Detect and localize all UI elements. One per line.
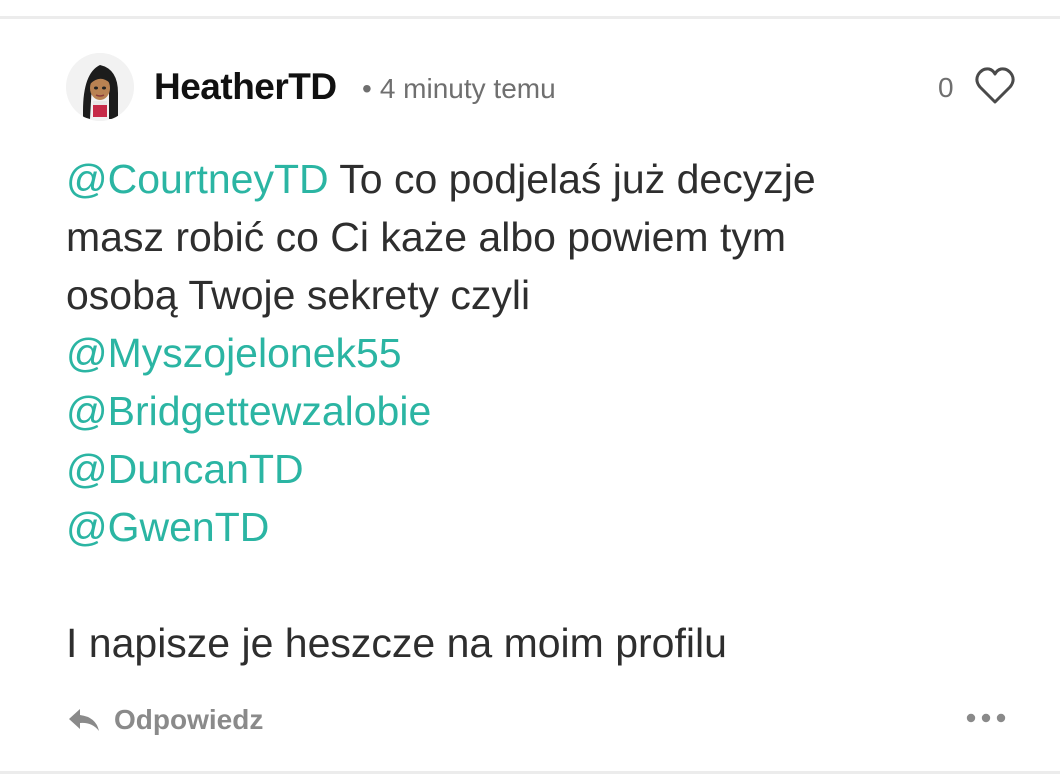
comment-text: masz robić co Ci każe albo powiem tym xyxy=(66,214,787,260)
author-name[interactable]: HeatherTD xyxy=(154,66,337,108)
comment-text: To co podjelaś już decyzje xyxy=(328,156,816,202)
top-divider xyxy=(0,16,1060,19)
mention-link[interactable]: @Myszojelonek55 xyxy=(66,330,402,376)
comment-line: @GwenTD xyxy=(66,498,1016,556)
more-dots-icon xyxy=(966,713,1006,723)
meta-separator: • xyxy=(362,73,372,104)
more-options-button[interactable] xyxy=(964,706,1008,730)
reply-arrow-icon xyxy=(69,709,99,731)
like-count: 0 xyxy=(938,72,954,103)
comment-closing-line: I napisze je heszcze na moim profilu xyxy=(66,620,727,666)
avatar[interactable] xyxy=(66,53,134,121)
like-button[interactable] xyxy=(974,66,1016,106)
comment-line: @CourtneyTD To co podjelaś już decyzje xyxy=(66,150,1016,208)
comment-meta: • 4 minuty temu xyxy=(362,73,556,105)
comment-line: @Bridgettewzalobie xyxy=(66,382,1016,440)
mention-link[interactable]: @GwenTD xyxy=(66,504,269,550)
comment-body: @CourtneyTD To co podjelaś już decyzje m… xyxy=(66,150,1016,672)
bottom-divider xyxy=(0,771,1060,774)
comment-line: @DuncanTD xyxy=(66,440,1016,498)
comment-line: masz robić co Ci każe albo powiem tym xyxy=(66,208,1016,266)
comment-line: osobą Twoje sekrety czyli xyxy=(66,266,1016,324)
mention-link[interactable]: @DuncanTD xyxy=(66,446,304,492)
comment-text: osobą Twoje sekrety czyli xyxy=(66,272,531,318)
mention-link[interactable]: @Bridgettewzalobie xyxy=(66,388,431,434)
heart-icon xyxy=(975,67,1015,104)
reply-label: Odpowiedz xyxy=(114,704,264,735)
mention-link[interactable]: @CourtneyTD xyxy=(66,156,329,202)
timestamp: 4 minuty temu xyxy=(379,73,556,104)
comment-line: @Myszojelonek55 xyxy=(66,324,1016,382)
avatar-image xyxy=(66,53,134,121)
reply-button[interactable]: Odpowiedz xyxy=(66,700,263,740)
